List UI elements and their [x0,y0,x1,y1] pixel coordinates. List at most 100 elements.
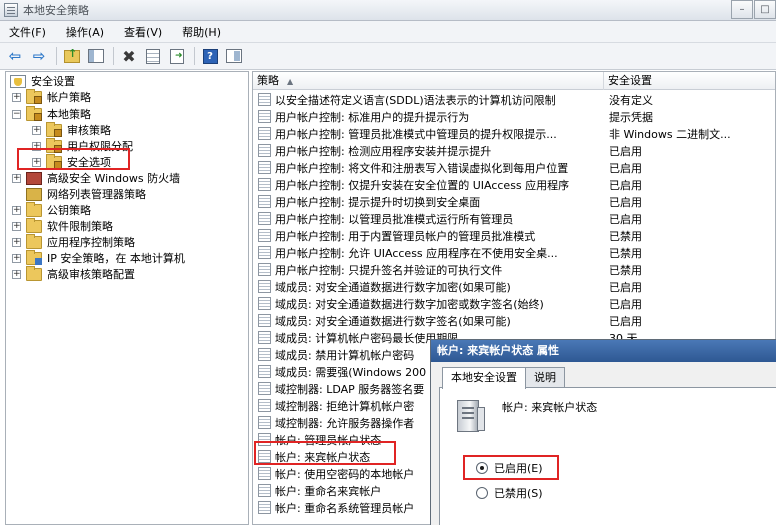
table-row[interactable]: 以安全描述符定义语言(SDDL)语法表示的计算机访问限制 没有定义 [253,91,775,108]
tree-item-user-rights-assignment[interactable]: + 用户权限分配 [32,137,135,154]
dialog-policy-name: 帐户: 来宾帐户状态 [502,401,598,414]
delete-button[interactable]: ✖ [118,46,140,67]
column-header-policy[interactable]: 策略 ▲ [253,72,604,90]
expand-icon[interactable]: + [12,253,21,263]
security-settings-icon [10,74,26,88]
table-row[interactable]: 域成员: 对安全通道数据进行数字加密或数字签名(始终) 已启用 [253,295,775,312]
dialog-tab-strip: 本地安全设置 说明 [442,367,565,389]
table-row[interactable]: 用户帐户控制: 只提升签名并验证的可执行文件 已禁用 [253,261,775,278]
table-row[interactable]: 用户帐户控制: 仅提升安装在安全位置的 UIAccess 应用程序 已启用 [253,176,775,193]
tree-item-network-list-manager[interactable]: 网络列表管理器策略 [12,186,148,202]
folder-lock-icon [26,88,42,104]
policy-item-icon [258,382,271,395]
table-row[interactable]: 用户帐户控制: 将文件和注册表写入错误虚拟化到每用户位置 已启用 [253,159,775,176]
tree-item-ip-security[interactable]: + IP 安全策略，在 本地计算机 [12,249,187,266]
tree-item-advanced-audit[interactable]: + 高级审核策略配置 [12,265,137,282]
tree-item-label: 安全选项 [65,154,113,170]
tree-item-account-policies[interactable]: + 帐户策略 [12,88,93,105]
expand-icon[interactable]: + [32,125,41,135]
network-list-icon [26,187,42,201]
table-row[interactable]: 用户帐户控制: 用于内置管理员帐户的管理员批准模式 已禁用 [253,227,775,244]
export-list-button[interactable] [166,46,188,67]
disabled-radio[interactable] [476,487,488,499]
security-setting-cell: 提示凭据 [609,110,653,124]
policy-item-icon [258,110,271,123]
table-row[interactable]: 用户帐户控制: 允许 UIAccess 应用程序在不使用安全桌... 已禁用 [253,244,775,261]
back-button[interactable]: ⇦ [4,46,26,67]
help-button[interactable]: ? [199,46,221,67]
expand-icon[interactable]: + [12,269,21,279]
enabled-radio[interactable] [476,462,488,474]
policy-name-cell: 域成员: 对安全通道数据进行数字签名(如果可能) [275,314,511,328]
policy-item-icon [258,127,271,140]
console-tree[interactable]: 安全设置 + 帐户策略 − 本地策略 + 审核策略 + 用户权限分配 + 安全选… [5,71,249,525]
collapse-icon[interactable]: − [12,109,21,119]
policy-item-icon [258,450,271,463]
table-row[interactable]: 域成员: 对安全通道数据进行数字签名(如果可能) 已启用 [253,312,775,329]
table-row[interactable]: 用户帐户控制: 提示提升时切换到安全桌面 已启用 [253,193,775,210]
enabled-radio-label: 已启用(E) [494,462,543,475]
menu-file[interactable]: 文件(F) [6,22,49,42]
table-row[interactable]: 用户帐户控制: 标准用户的提升提示行为 提示凭据 [253,108,775,125]
expand-icon[interactable]: + [12,237,21,247]
minimize-button[interactable]: – [731,0,753,19]
policy-name-cell: 用户帐户控制: 检测应用程序安装并提示提升 [275,144,492,158]
table-row[interactable]: 用户帐户控制: 以管理员批准模式运行所有管理员 已启用 [253,210,775,227]
policy-item-icon [258,399,271,412]
menu-view[interactable]: 查看(V) [121,22,165,42]
security-setting-cell: 已禁用 [609,263,642,277]
tree-item-software-restriction[interactable]: + 软件限制策略 [12,217,115,234]
ip-security-icon [26,249,42,265]
tree-item-security-settings[interactable]: 安全设置 [10,73,77,89]
tree-item-windows-firewall[interactable]: + 高级安全 Windows 防火墙 [12,170,182,186]
maximize-button[interactable]: □ [754,0,776,19]
policy-item-icon [258,484,271,497]
help-icon: ? [202,48,218,64]
show-hide-tree-button[interactable] [85,46,107,67]
tree-item-label: 应用程序控制策略 [47,236,135,249]
tab-local-security-setting[interactable]: 本地安全设置 [442,367,526,389]
window-title: 本地安全策略 [23,4,89,17]
policy-name-cell: 用户帐户控制: 提示提升时切换到安全桌面 [275,195,481,209]
show-action-pane-button[interactable] [223,46,245,67]
properties-button[interactable] [142,46,164,67]
tree-item-public-key-policies[interactable]: + 公钥策略 [12,201,93,218]
policy-item-icon [258,297,271,310]
tree-item-label: 本地策略 [47,108,91,121]
table-row[interactable]: 用户帐户控制: 管理员批准模式中管理员的提升权限提示... 非 Windows 二… [253,125,775,142]
disabled-radio-label: 已禁用(S) [494,487,543,500]
policy-item-icon [258,501,271,514]
forward-button[interactable]: ⇨ [28,46,50,67]
policy-item-icon [258,433,271,446]
disabled-radio-option[interactable]: 已禁用(S) [476,485,543,501]
folder-lock-icon [26,105,42,121]
enabled-radio-option[interactable]: 已启用(E) [476,460,543,476]
policy-item-icon [258,195,271,208]
tab-explain[interactable]: 说明 [525,367,565,388]
column-header-setting[interactable]: 安全设置 [604,72,775,90]
tree-item-security-options[interactable]: + 安全选项 [32,153,113,170]
expand-icon[interactable]: + [32,141,41,151]
policy-name-cell: 用户帐户控制: 只提升签名并验证的可执行文件 [275,263,503,277]
sort-ascending-icon: ▲ [287,77,294,86]
list-header: 策略 ▲ 安全设置 [253,72,775,90]
menu-help[interactable]: 帮助(H) [179,22,224,42]
expand-icon[interactable]: + [12,173,21,183]
expand-icon[interactable]: + [12,221,21,231]
forward-arrow-icon: ⇨ [32,47,46,65]
tree-item-audit-policy[interactable]: + 审核策略 [32,121,113,138]
menu-action[interactable]: 操作(A) [63,22,107,42]
table-row[interactable]: 用户帐户控制: 检测应用程序安装并提示提升 已启用 [253,142,775,159]
tree-item-label: 审核策略 [67,124,111,137]
policy-name-cell: 用户帐户控制: 管理员批准模式中管理员的提升权限提示... [275,127,557,141]
folder-lock-icon [46,137,62,153]
expand-icon[interactable]: + [12,92,21,102]
table-row[interactable]: 域成员: 对安全通道数据进行数字加密(如果可能) 已启用 [253,278,775,295]
tree-item-local-policies[interactable]: − 本地策略 [12,105,93,122]
tree-item-application-control[interactable]: + 应用程序控制策略 [12,233,137,250]
expand-icon[interactable]: + [32,157,41,167]
up-one-level-button[interactable] [61,46,83,67]
policy-name-cell: 域成员: 对安全通道数据进行数字加密(如果可能) [275,280,511,294]
toolbar-separator [113,47,114,65]
expand-icon[interactable]: + [12,205,21,215]
